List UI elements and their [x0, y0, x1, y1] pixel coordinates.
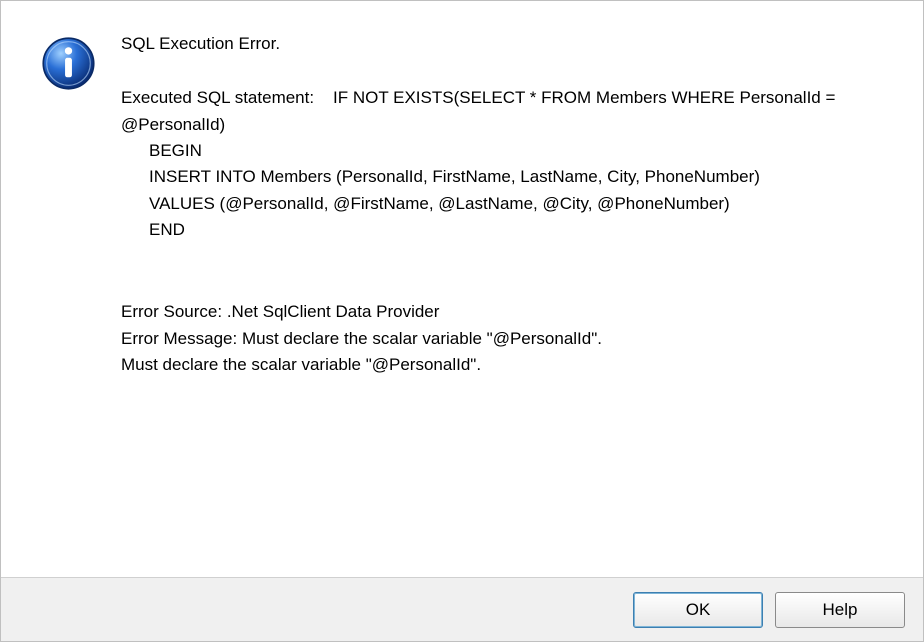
- button-bar: OK Help: [1, 577, 923, 641]
- error-message-line2: Must declare the scalar variable "@Perso…: [121, 352, 893, 378]
- error-source-value: .Net SqlClient Data Provider: [227, 302, 440, 321]
- error-title: SQL Execution Error.: [121, 31, 893, 57]
- sql-line-2: BEGIN: [121, 138, 893, 164]
- dialog-content: SQL Execution Error. Executed SQL statem…: [1, 1, 923, 398]
- help-button[interactable]: Help: [775, 592, 905, 628]
- sql-line-1: Executed SQL statement: IF NOT EXISTS(SE…: [121, 85, 893, 138]
- statement-label: Executed SQL statement:: [121, 88, 314, 107]
- error-source-line: Error Source: .Net SqlClient Data Provid…: [121, 299, 893, 325]
- sql-statement-block: Executed SQL statement: IF NOT EXISTS(SE…: [121, 85, 893, 243]
- error-details-block: Error Source: .Net SqlClient Data Provid…: [121, 299, 893, 378]
- ok-button[interactable]: OK: [633, 592, 763, 628]
- message-text: SQL Execution Error. Executed SQL statem…: [121, 31, 893, 378]
- error-message-line1: Error Message: Must declare the scalar v…: [121, 326, 893, 352]
- error-source-label: Error Source:: [121, 302, 222, 321]
- error-message-text1: Must declare the scalar variable "@Perso…: [242, 329, 602, 348]
- error-message-label: Error Message:: [121, 329, 237, 348]
- icon-column: [41, 31, 101, 96]
- info-icon: [41, 36, 96, 91]
- sql-line-3: INSERT INTO Members (PersonalId, FirstNa…: [121, 164, 893, 190]
- sql-line-5: END: [121, 217, 893, 243]
- sql-line-4: VALUES (@PersonalId, @FirstName, @LastNa…: [121, 191, 893, 217]
